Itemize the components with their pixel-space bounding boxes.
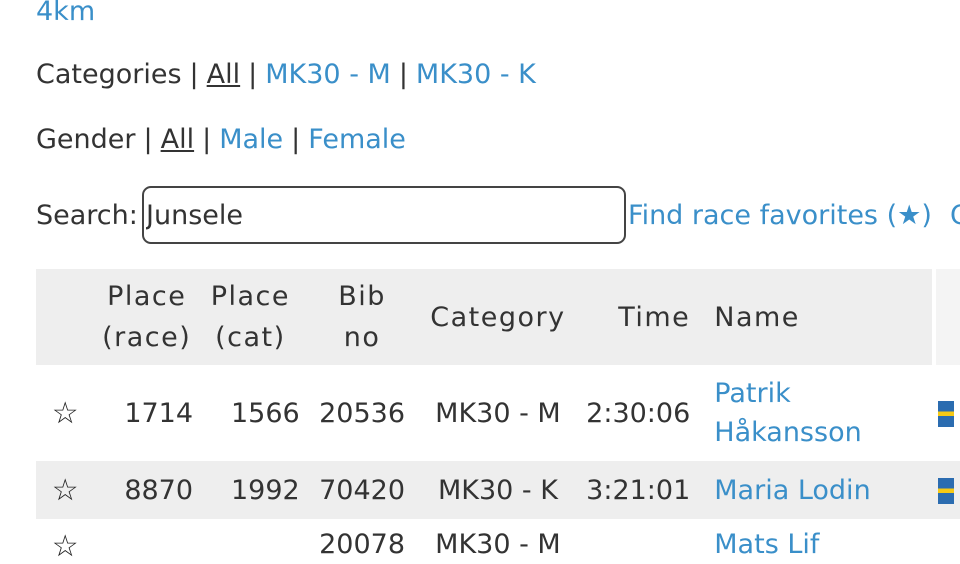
gender-filter-label: Gender [36, 124, 136, 155]
category-filter-label: Categories [36, 59, 182, 90]
swedish-flag-icon [937, 401, 954, 427]
results-table: Place (race) Place (cat) Bib no Category Ti… [36, 269, 960, 564]
runner-name-link[interactable]: Mats Lif [714, 529, 933, 560]
header-category[interactable]: Category [422, 269, 574, 365]
gender-filter: Gender | All | Male | Female [36, 124, 406, 155]
separator: | [291, 124, 301, 155]
header-time[interactable]: Time [573, 269, 703, 365]
star-icon[interactable]: ☆ [36, 529, 94, 564]
gender-option-all[interactable]: All [161, 124, 194, 155]
time-cell [573, 519, 703, 564]
separator: | [143, 124, 153, 155]
separator: | [398, 59, 408, 90]
separator: | [202, 124, 212, 155]
search-input[interactable] [142, 186, 626, 244]
separator: | [248, 59, 258, 90]
time-cell: 3:21:01 [573, 461, 703, 519]
category-option-all[interactable]: All [207, 59, 240, 90]
bib-cell: 20078 [319, 529, 406, 560]
swedish-flag-icon [937, 478, 954, 504]
star-icon[interactable]: ☆ [52, 473, 79, 508]
star-icon[interactable]: ☆ [52, 396, 79, 431]
table-row[interactable]: ☆ 20078 MK30 - M Mats Lif [36, 519, 960, 564]
header-name[interactable]: Name [702, 269, 934, 365]
distance-label[interactable]: 4km [36, 0, 95, 27]
place-race-cell: 1714 [94, 365, 200, 461]
place-race-cell [94, 519, 200, 564]
header-bib[interactable]: Bib no [301, 269, 423, 365]
gender-option-female[interactable]: Female [308, 124, 406, 155]
category-cell: MK30 - K [422, 461, 574, 519]
table-row[interactable]: ☆ 1714 1566 20536 MK30 - M 2:30:06 Patri… [36, 365, 960, 461]
category-option-mk30-m[interactable]: MK30 - M [265, 59, 391, 90]
time-cell: 2:30:06 [573, 365, 703, 461]
table-header-row: Place (race) Place (cat) Bib no Category Ti… [36, 269, 960, 365]
header-place-race[interactable]: Place (race) [94, 269, 200, 365]
distance-link[interactable]: 4km [36, 0, 95, 27]
bib-cell: 70420 [301, 461, 423, 519]
category-filter: Categories | All | MK30 - M | MK30 - K [36, 59, 536, 90]
header-favorite [36, 269, 95, 365]
place-cat-cell [199, 519, 302, 564]
find-favorites-link[interactable]: Find race favorites (★) [628, 200, 932, 231]
table-row[interactable]: ☆ 8870 1992 70420 MK30 - K 3:21:01 Maria… [36, 461, 960, 519]
place-cat-cell: 1566 [199, 365, 302, 461]
search-label: Search: [36, 200, 138, 231]
header-nation [931, 269, 960, 365]
category-option-mk30-k[interactable]: MK30 - K [416, 59, 536, 90]
bib-cell: 20536 [301, 365, 423, 461]
place-cat-cell: 1992 [199, 461, 302, 519]
header-place-cat[interactable]: Place (cat) [199, 269, 302, 365]
truncated-link[interactable]: C [950, 200, 960, 231]
runner-name-link[interactable]: Maria Lodin [714, 475, 870, 506]
place-race-cell: 8870 [94, 461, 200, 519]
runner-name-link[interactable]: Patrik Håkansson [714, 378, 861, 448]
gender-option-male[interactable]: Male [219, 124, 283, 155]
separator: | [189, 59, 199, 90]
category-cell: MK30 - M [435, 529, 561, 560]
category-cell: MK30 - M [422, 365, 574, 461]
